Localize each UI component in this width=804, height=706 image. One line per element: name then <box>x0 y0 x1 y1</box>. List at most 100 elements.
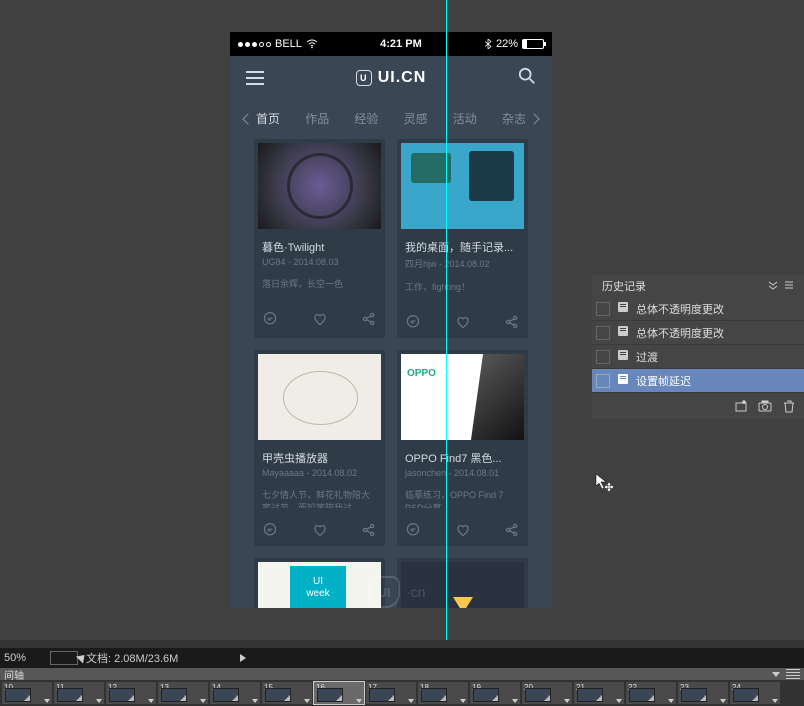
history-item[interactable]: 设置帧延迟 <box>592 369 804 393</box>
timeline-frame[interactable]: 21 <box>574 682 624 704</box>
frame-delay-dropdown-icon[interactable] <box>564 699 570 703</box>
guide-line[interactable] <box>446 0 447 640</box>
frame-delay-dropdown-icon[interactable] <box>304 699 310 703</box>
timeline-frame[interactable]: 15 <box>262 682 312 704</box>
comment-icon[interactable] <box>262 311 278 327</box>
heart-icon[interactable] <box>312 522 328 538</box>
frame-thumbnail <box>525 688 551 702</box>
timeline-label: 间轴 <box>4 667 24 682</box>
timeline-frame[interactable]: 18 <box>418 682 468 704</box>
tab-activity[interactable]: 活动 <box>453 110 477 127</box>
timeline-frame[interactable]: 23 <box>678 682 728 704</box>
frame-delay-dropdown-icon[interactable] <box>356 699 362 703</box>
timeline-frame[interactable]: 22 <box>626 682 676 704</box>
frame-thumbnail <box>109 688 135 702</box>
share-icon[interactable] <box>361 522 377 538</box>
comment-icon[interactable] <box>405 314 421 330</box>
frame-thumbnail <box>265 688 291 702</box>
card-item[interactable]: 甲壳虫播放器 Mayaaaaa - 2014.08.02 七夕情人节，鲜花礼物陪… <box>254 350 385 546</box>
history-item[interactable]: 总体不透明度更改 <box>592 321 804 345</box>
card-item[interactable]: 暮色·Twilight UG84 - 2014.08.03 落日余辉，长空一色 <box>254 139 385 338</box>
frame-delay-dropdown-icon[interactable] <box>720 699 726 703</box>
comment-icon[interactable] <box>405 522 421 538</box>
frame-thumbnail <box>629 688 655 702</box>
document-status-bar: 50% 文档: 2.08M/23.6M <box>0 648 804 668</box>
tab-home[interactable]: 首页 <box>244 110 280 127</box>
search-icon[interactable] <box>518 67 536 90</box>
history-panel-tab[interactable]: 历史记录 <box>592 275 804 297</box>
frame-thumbnail <box>369 688 395 702</box>
frame-delay-dropdown-icon[interactable] <box>772 699 778 703</box>
timeline-frame[interactable]: 24 <box>730 682 780 704</box>
timeline-frame[interactable]: 17 <box>366 682 416 704</box>
expand-icon[interactable] <box>240 654 246 662</box>
frames-strip[interactable]: 101112131415161718192021222324 <box>0 680 804 706</box>
tab-works[interactable]: 作品 <box>305 110 329 127</box>
frame-delay-dropdown-icon[interactable] <box>460 699 466 703</box>
share-icon[interactable] <box>361 311 377 327</box>
timeline-header[interactable]: 间轴 <box>0 668 804 680</box>
panel-collapse-icon[interactable] <box>768 280 778 293</box>
timeline-frame[interactable]: 10 <box>2 682 52 704</box>
timeline-frame[interactable]: 13 <box>158 682 208 704</box>
card-desc: 工作，fighting！ <box>405 280 520 300</box>
frame-thumbnail <box>577 688 603 702</box>
doc-label: 文档: <box>86 653 111 665</box>
timeline-frame[interactable]: 16 <box>314 682 364 704</box>
card-actions <box>397 516 528 546</box>
frame-delay-dropdown-icon[interactable] <box>44 699 50 703</box>
zoom-level[interactable]: 50% <box>4 652 42 664</box>
card-item[interactable]: OPPO Find7 黑色... jasonchen - 2014.08.01 … <box>397 350 528 546</box>
frame-delay-dropdown-icon[interactable] <box>616 699 622 703</box>
share-icon[interactable] <box>504 314 520 330</box>
heart-icon[interactable] <box>455 314 471 330</box>
logo-text: UI.CN <box>378 69 427 87</box>
trash-icon[interactable] <box>782 399 796 413</box>
history-item[interactable]: 总体不透明度更改 <box>592 297 804 321</box>
frame-delay-dropdown-icon[interactable] <box>96 699 102 703</box>
menu-icon[interactable] <box>246 71 264 85</box>
timeline-frame[interactable]: 11 <box>54 682 104 704</box>
heart-icon[interactable] <box>455 522 471 538</box>
tab-inspiration[interactable]: 灵感 <box>404 110 428 127</box>
chevron-right-icon <box>528 113 539 124</box>
frame-delay-dropdown-icon[interactable] <box>668 699 674 703</box>
panel-menu-icon[interactable] <box>784 280 794 293</box>
frame-delay-dropdown-icon[interactable] <box>408 699 414 703</box>
history-state-icon <box>616 324 630 341</box>
card-item[interactable]: 我的桌面，随手记录... 四月hjw - 2014.08.02 工作，fight… <box>397 139 528 338</box>
dropdown-icon[interactable] <box>772 672 780 677</box>
card-title: 我的桌面，随手记录... <box>405 239 520 255</box>
visibility-box[interactable] <box>596 302 610 316</box>
history-state-icon <box>616 300 630 317</box>
frame-delay-dropdown-icon[interactable] <box>252 699 258 703</box>
history-item[interactable]: 过渡 <box>592 345 804 369</box>
new-snapshot-icon[interactable] <box>734 399 748 413</box>
camera-icon[interactable] <box>758 399 772 413</box>
frame-delay-dropdown-icon[interactable] <box>148 699 154 703</box>
visibility-box[interactable] <box>596 374 610 388</box>
visibility-box[interactable] <box>596 326 610 340</box>
watermark: UI ·cn <box>368 576 425 608</box>
history-state-icon <box>616 348 630 365</box>
timeline-frame[interactable]: 20 <box>522 682 572 704</box>
frame-delay-dropdown-icon[interactable] <box>512 699 518 703</box>
timeline-frame[interactable]: 19 <box>470 682 520 704</box>
tab-magazine[interactable]: 杂志 <box>502 110 538 127</box>
heart-icon[interactable] <box>312 311 328 327</box>
frame-thumbnail <box>681 688 707 702</box>
timeline-frame[interactable]: 14 <box>210 682 260 704</box>
battery-pct-label: 22% <box>496 38 518 50</box>
preview-icon[interactable] <box>50 651 78 665</box>
comment-icon[interactable] <box>262 522 278 538</box>
timeline-frame[interactable]: 12 <box>106 682 156 704</box>
panel-menu-icon[interactable] <box>786 669 800 679</box>
canvas-area[interactable]: BELL 4:21 PM 22% U UI.CN <box>0 0 804 640</box>
frame-thumbnail <box>733 688 759 702</box>
card-item[interactable] <box>254 558 385 608</box>
frame-thumbnail <box>473 688 499 702</box>
share-icon[interactable] <box>504 522 520 538</box>
visibility-box[interactable] <box>596 350 610 364</box>
tab-experience[interactable]: 经验 <box>354 110 378 127</box>
frame-delay-dropdown-icon[interactable] <box>200 699 206 703</box>
